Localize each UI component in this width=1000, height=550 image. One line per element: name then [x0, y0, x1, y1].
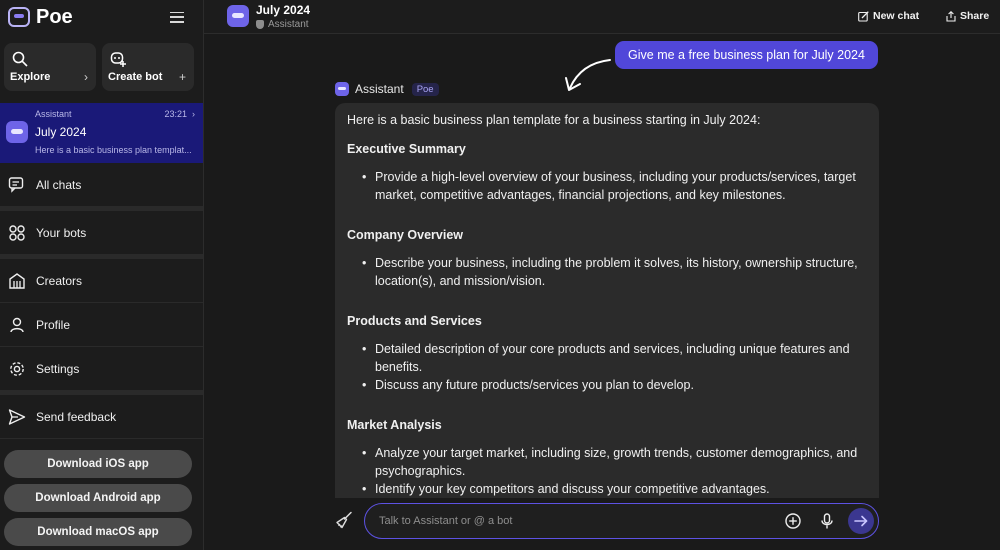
header-subtitle: Assistant	[256, 19, 309, 30]
sidebar-item-label: All chats	[36, 177, 82, 192]
sidebar-item-send-feedback[interactable]: Send feedback	[0, 395, 203, 439]
bot-message-intro: Here is a basic business plan template f…	[347, 113, 761, 127]
sidebar-item-label: Profile	[36, 317, 71, 332]
download-android-button[interactable]: Download Android app	[4, 484, 192, 512]
message-input[interactable]	[379, 512, 759, 530]
page-title: July 2024	[256, 3, 311, 17]
add-attachment-icon[interactable]	[785, 513, 801, 529]
bot-tag-badge: Poe	[411, 82, 439, 96]
edit-icon	[858, 10, 869, 22]
send-feedback-icon	[8, 408, 26, 425]
sidebar-item-profile[interactable]: Profile	[0, 303, 203, 347]
annotation-arrow-icon	[565, 59, 611, 91]
bullet-list: Describe your business, including the pr…	[347, 254, 867, 290]
list-item: Detailed description of your core produc…	[347, 340, 867, 376]
header-bot-name: Assistant	[268, 19, 309, 30]
profile-icon	[10, 317, 24, 332]
search-icon	[12, 51, 28, 67]
list-item: Identify your key competitors and discus…	[347, 480, 867, 498]
chat-snippet: Here is a basic business plan templat...	[35, 145, 192, 155]
chat-list-item-active[interactable]: Assistant 23:21 › July 2024 Here is a ba…	[0, 103, 203, 163]
chats-icon	[8, 176, 24, 193]
bullet-list: Analyze your target market, including si…	[347, 444, 867, 498]
menu-icon[interactable]	[170, 11, 184, 23]
bullet-list: Provide a high-level overview of your bu…	[347, 168, 867, 204]
poe-logo[interactable]: Poe	[8, 6, 73, 29]
create-bot-icon	[110, 52, 126, 67]
share-label: Share	[960, 10, 990, 22]
sidebar-item-label: Settings	[36, 361, 80, 376]
sidebar-item-settings[interactable]: Settings	[0, 347, 203, 391]
bot-avatar-icon	[6, 121, 28, 143]
clear-context-icon[interactable]	[335, 511, 353, 529]
shield-icon	[256, 20, 264, 29]
section-heading: Executive Summary	[347, 142, 466, 156]
chat-meta: Assistant 23:21 ›	[35, 109, 195, 119]
bot-avatar-icon[interactable]	[335, 82, 349, 96]
explore-label: Explore	[10, 71, 51, 83]
new-chat-button[interactable]: New chat	[858, 10, 919, 22]
chat-header: July 2024 Assistant New chat Share	[204, 0, 1000, 34]
poe-logo-icon	[8, 7, 30, 27]
list-item: Discuss any future products/services you…	[347, 376, 867, 394]
share-icon	[946, 10, 956, 22]
app-name: Poe	[36, 5, 73, 28]
download-ios-button[interactable]: Download iOS app	[4, 450, 192, 478]
creators-icon	[9, 272, 25, 289]
sidebar-item-creators[interactable]: Creators	[0, 259, 203, 303]
section-heading: Company Overview	[347, 228, 464, 242]
share-button[interactable]: Share	[946, 10, 989, 22]
download-macos-button[interactable]: Download macOS app	[4, 518, 192, 546]
sidebar-header: Poe	[0, 0, 203, 34]
chat-title: July 2024	[35, 125, 87, 139]
section-heading: Market Analysis	[347, 418, 442, 432]
create-bot-button[interactable]: Create bot +	[102, 43, 194, 91]
send-button[interactable]	[848, 508, 874, 534]
bot-message-header: Assistant Poe	[335, 82, 439, 96]
microphone-icon[interactable]	[819, 513, 835, 529]
plus-icon: +	[178, 70, 186, 84]
sidebar-item-label: Your bots	[36, 225, 87, 240]
quick-actions: Explore › Create bot +	[0, 34, 203, 97]
list-item: Describe your business, including the pr…	[347, 254, 867, 290]
list-item: Provide a high-level overview of your bu…	[347, 168, 867, 204]
sidebar-item-label: Send feedback	[36, 409, 117, 424]
list-item: Analyze your target market, including si…	[347, 444, 867, 480]
arrow-right-icon	[854, 515, 868, 527]
new-chat-label: New chat	[873, 10, 920, 22]
bot-avatar-icon[interactable]	[227, 5, 249, 27]
chat-time: 23:21 ›	[164, 109, 195, 119]
create-bot-label: Create bot	[108, 71, 163, 83]
sidebar-item-all-chats[interactable]: All chats	[0, 163, 203, 207]
chat-bot-name: Assistant	[35, 109, 72, 119]
chevron-right-icon: ›	[84, 70, 88, 84]
bot-name[interactable]: Assistant	[355, 82, 404, 96]
sidebar: Poe Explore › Create bot + Assistant 23:…	[0, 0, 204, 550]
bot-message: Here is a basic business plan template f…	[335, 103, 879, 498]
message-composer	[364, 503, 879, 539]
sidebar-item-label: Creators	[36, 273, 83, 288]
bullet-list: Detailed description of your core produc…	[347, 340, 867, 394]
section-heading: Products and Services	[347, 314, 482, 328]
user-message: Give me a free business plan for July 20…	[615, 41, 878, 69]
sidebar-item-your-bots[interactable]: Your bots	[0, 211, 203, 255]
bots-grid-icon	[9, 224, 25, 241]
explore-button[interactable]: Explore ›	[4, 43, 96, 91]
gear-icon	[10, 361, 24, 376]
